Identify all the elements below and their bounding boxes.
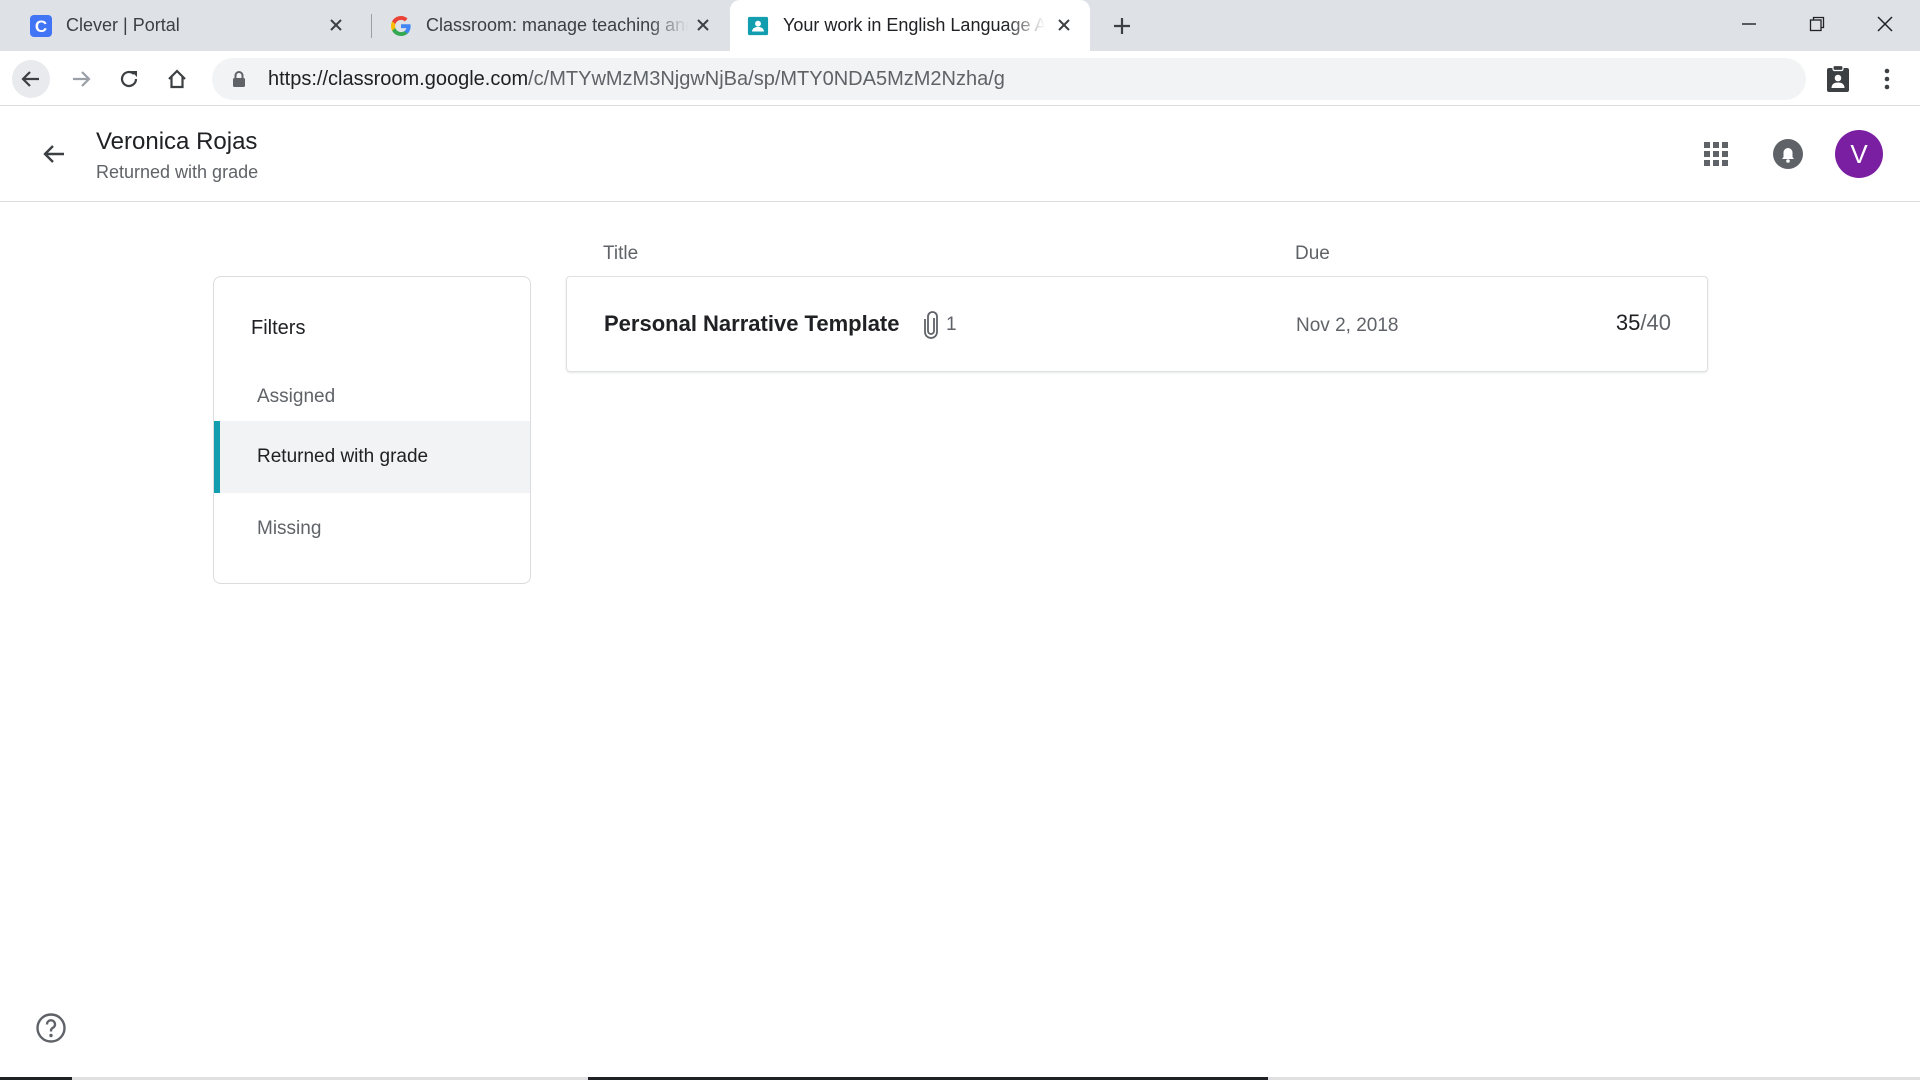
clipboard-extension-button[interactable]	[1819, 60, 1857, 98]
grade-points: /40	[1640, 310, 1671, 335]
url-path: /c/MTYwMzM3NjgwNjBa/sp/MTY0NDA5MzM2Nzha/…	[528, 67, 1005, 90]
minimize-window-button[interactable]	[1729, 6, 1769, 42]
reload-button[interactable]	[110, 60, 148, 98]
google-favicon-icon	[390, 15, 412, 37]
browser-tab-google-classroom[interactable]: Classroom: manage teaching and	[362, 0, 729, 51]
google-apps-button[interactable]	[1696, 134, 1736, 174]
grade-score: 35	[1615, 310, 1641, 335]
new-tab-button[interactable]	[1108, 12, 1136, 40]
browser-toolbar: https://classroom.google.com/c/MTYwMzM3N…	[0, 51, 1920, 106]
close-icon	[1877, 16, 1893, 32]
home-button[interactable]	[158, 60, 196, 98]
filters-title: Filters	[251, 317, 306, 339]
tab-title: Your work in English Language A	[783, 15, 1045, 35]
arrow-right-icon	[73, 71, 91, 87]
svg-text:C: C	[35, 17, 47, 36]
student-name: Veronica Rojas	[96, 128, 258, 155]
browser-tab-your-work[interactable]: Your work in English Language A	[730, 0, 1090, 51]
account-avatar[interactable]: V	[1835, 130, 1883, 178]
paperclip-icon	[920, 310, 942, 340]
help-circle-icon	[36, 1013, 66, 1043]
due-date: Nov 2, 2018	[1296, 315, 1399, 336]
arrow-left-icon	[21, 71, 39, 87]
clever-favicon-icon: C	[30, 14, 52, 37]
bell-icon	[1773, 139, 1803, 169]
browser-tab-strip: C Clever | Portal Classroom: manage teac…	[0, 0, 1920, 51]
minimize-icon	[1742, 23, 1756, 25]
work-item-title[interactable]: Personal Narrative Template	[604, 311, 900, 337]
classroom-header: Veronica Rojas Returned with grade V	[0, 106, 1920, 202]
column-header-title: Title	[603, 243, 639, 264]
filters-panel: Filters Assigned Returned with grade Mis…	[213, 276, 531, 584]
attachment-count: 1	[946, 314, 957, 335]
classroom-favicon-icon	[747, 15, 769, 37]
close-tab-icon[interactable]	[691, 13, 715, 37]
lock-icon	[230, 70, 248, 88]
url-text: https://classroom.google.com/c/MTYwMzM3N…	[268, 68, 1005, 91]
close-tab-icon[interactable]	[1052, 13, 1076, 37]
column-header-due: Due	[1295, 243, 1330, 264]
grade: 35/40	[1616, 310, 1671, 336]
apps-grid-icon	[1704, 142, 1728, 166]
filter-returned-with-grade[interactable]: Returned with grade	[214, 421, 530, 493]
url-host: https://classroom.google.com	[268, 67, 529, 90]
close-tab-icon[interactable]	[324, 13, 348, 37]
restore-icon	[1809, 16, 1825, 32]
tab-title: Clever | Portal	[66, 15, 180, 35]
notifications-button[interactable]	[1768, 134, 1808, 174]
filter-missing[interactable]: Missing	[214, 493, 530, 565]
address-bar[interactable]: https://classroom.google.com/c/MTYwMzM3N…	[212, 58, 1806, 100]
help-button[interactable]	[33, 1010, 69, 1046]
more-vert-icon	[1884, 68, 1890, 90]
work-item-row[interactable]: Personal Narrative Template 1 Nov 2, 201…	[566, 276, 1708, 372]
plus-icon	[1114, 18, 1130, 34]
tab-title: Classroom: manage teaching and	[426, 15, 688, 35]
browser-forward-button[interactable]	[62, 60, 100, 98]
home-icon	[168, 69, 186, 89]
browser-tab-clever[interactable]: C Clever | Portal	[0, 0, 362, 51]
header-status: Returned with grade	[96, 162, 259, 182]
arrow-back-icon	[43, 145, 64, 163]
restore-window-button[interactable]	[1797, 6, 1837, 42]
clipboard-person-icon	[1827, 65, 1849, 92]
browser-back-button[interactable]	[12, 60, 50, 98]
close-window-button[interactable]	[1865, 6, 1905, 42]
reload-icon	[120, 70, 138, 88]
back-arrow-button[interactable]	[36, 136, 72, 172]
browser-menu-button[interactable]	[1868, 60, 1906, 98]
